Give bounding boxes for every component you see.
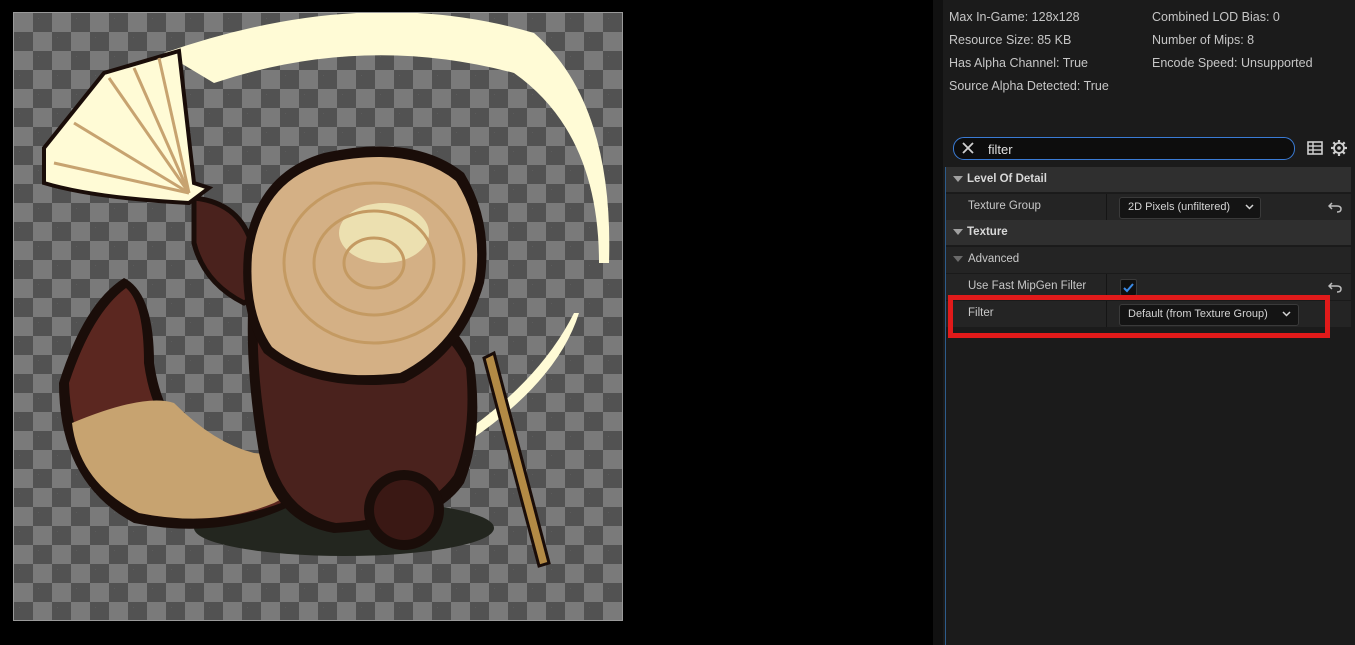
- reset-to-default-icon[interactable]: [1328, 201, 1342, 213]
- resource-size-info: Resource Size: 85 KB: [949, 33, 1072, 47]
- has-alpha-info: Has Alpha Channel: True: [949, 56, 1088, 70]
- expand-arrow-icon[interactable]: [953, 176, 963, 182]
- column-divider[interactable]: [1106, 194, 1107, 220]
- lod-bias-info: Combined LOD Bias: 0: [1152, 10, 1280, 24]
- dropdown-value: Default (from Texture Group): [1128, 308, 1268, 320]
- details-panel: Max In-Game: 128x128 Resource Size: 85 K…: [933, 0, 1355, 645]
- property-label: Filter: [968, 307, 994, 319]
- num-mips-info: Number of Mips: 8: [1152, 33, 1255, 47]
- table-view-icon[interactable]: [1306, 139, 1324, 157]
- chevron-down-icon: [1245, 204, 1254, 210]
- checkmark-icon: [1123, 283, 1134, 293]
- column-divider[interactable]: [1106, 301, 1107, 327]
- subcategory-advanced[interactable]: Advanced: [946, 246, 1351, 273]
- category-label: Texture: [967, 226, 1008, 238]
- pixel-art-preview: [42, 13, 610, 568]
- filter-dropdown[interactable]: Default (from Texture Group): [1119, 304, 1299, 326]
- property-list: Level Of Detail Texture Group 2D Pixels …: [945, 167, 1351, 645]
- expand-arrow-icon[interactable]: [953, 256, 963, 262]
- texture-group-dropdown[interactable]: 2D Pixels (unfiltered): [1119, 197, 1261, 219]
- property-row-use-fast-mipgen-filter: Use Fast MipGen Filter: [946, 273, 1351, 300]
- category-texture[interactable]: Texture: [946, 220, 1351, 245]
- max-in-game-info: Max In-Game: 128x128: [949, 10, 1080, 24]
- texture-viewport[interactable]: [0, 0, 933, 645]
- chevron-down-icon: [1282, 311, 1291, 317]
- property-row-texture-group: Texture Group 2D Pixels (unfiltered): [946, 193, 1351, 220]
- property-label: Texture Group: [968, 200, 1041, 212]
- subcategory-label: Advanced: [968, 253, 1020, 265]
- encode-speed-info: Encode Speed: Unsupported: [1152, 56, 1313, 70]
- search-input[interactable]: [986, 139, 1280, 159]
- texture-preview-canvas[interactable]: [13, 12, 623, 621]
- use-fast-mipgen-checkbox[interactable]: [1120, 279, 1137, 296]
- property-row-filter: Filter Default (from Texture Group): [946, 300, 1351, 327]
- column-divider[interactable]: [1106, 274, 1107, 300]
- source-alpha-info: Source Alpha Detected: True: [949, 79, 1109, 93]
- property-search-box[interactable]: [953, 137, 1295, 160]
- category-label: Level Of Detail: [967, 173, 1047, 185]
- reset-to-default-icon[interactable]: [1328, 281, 1342, 293]
- expand-arrow-icon[interactable]: [953, 229, 963, 235]
- dropdown-value: 2D Pixels (unfiltered): [1128, 201, 1231, 213]
- property-label: Use Fast MipGen Filter: [968, 280, 1087, 292]
- gear-icon[interactable]: [1330, 139, 1348, 157]
- close-icon[interactable]: [961, 141, 975, 155]
- panel-splitter[interactable]: [933, 0, 943, 645]
- category-level-of-detail[interactable]: Level Of Detail: [946, 167, 1351, 192]
